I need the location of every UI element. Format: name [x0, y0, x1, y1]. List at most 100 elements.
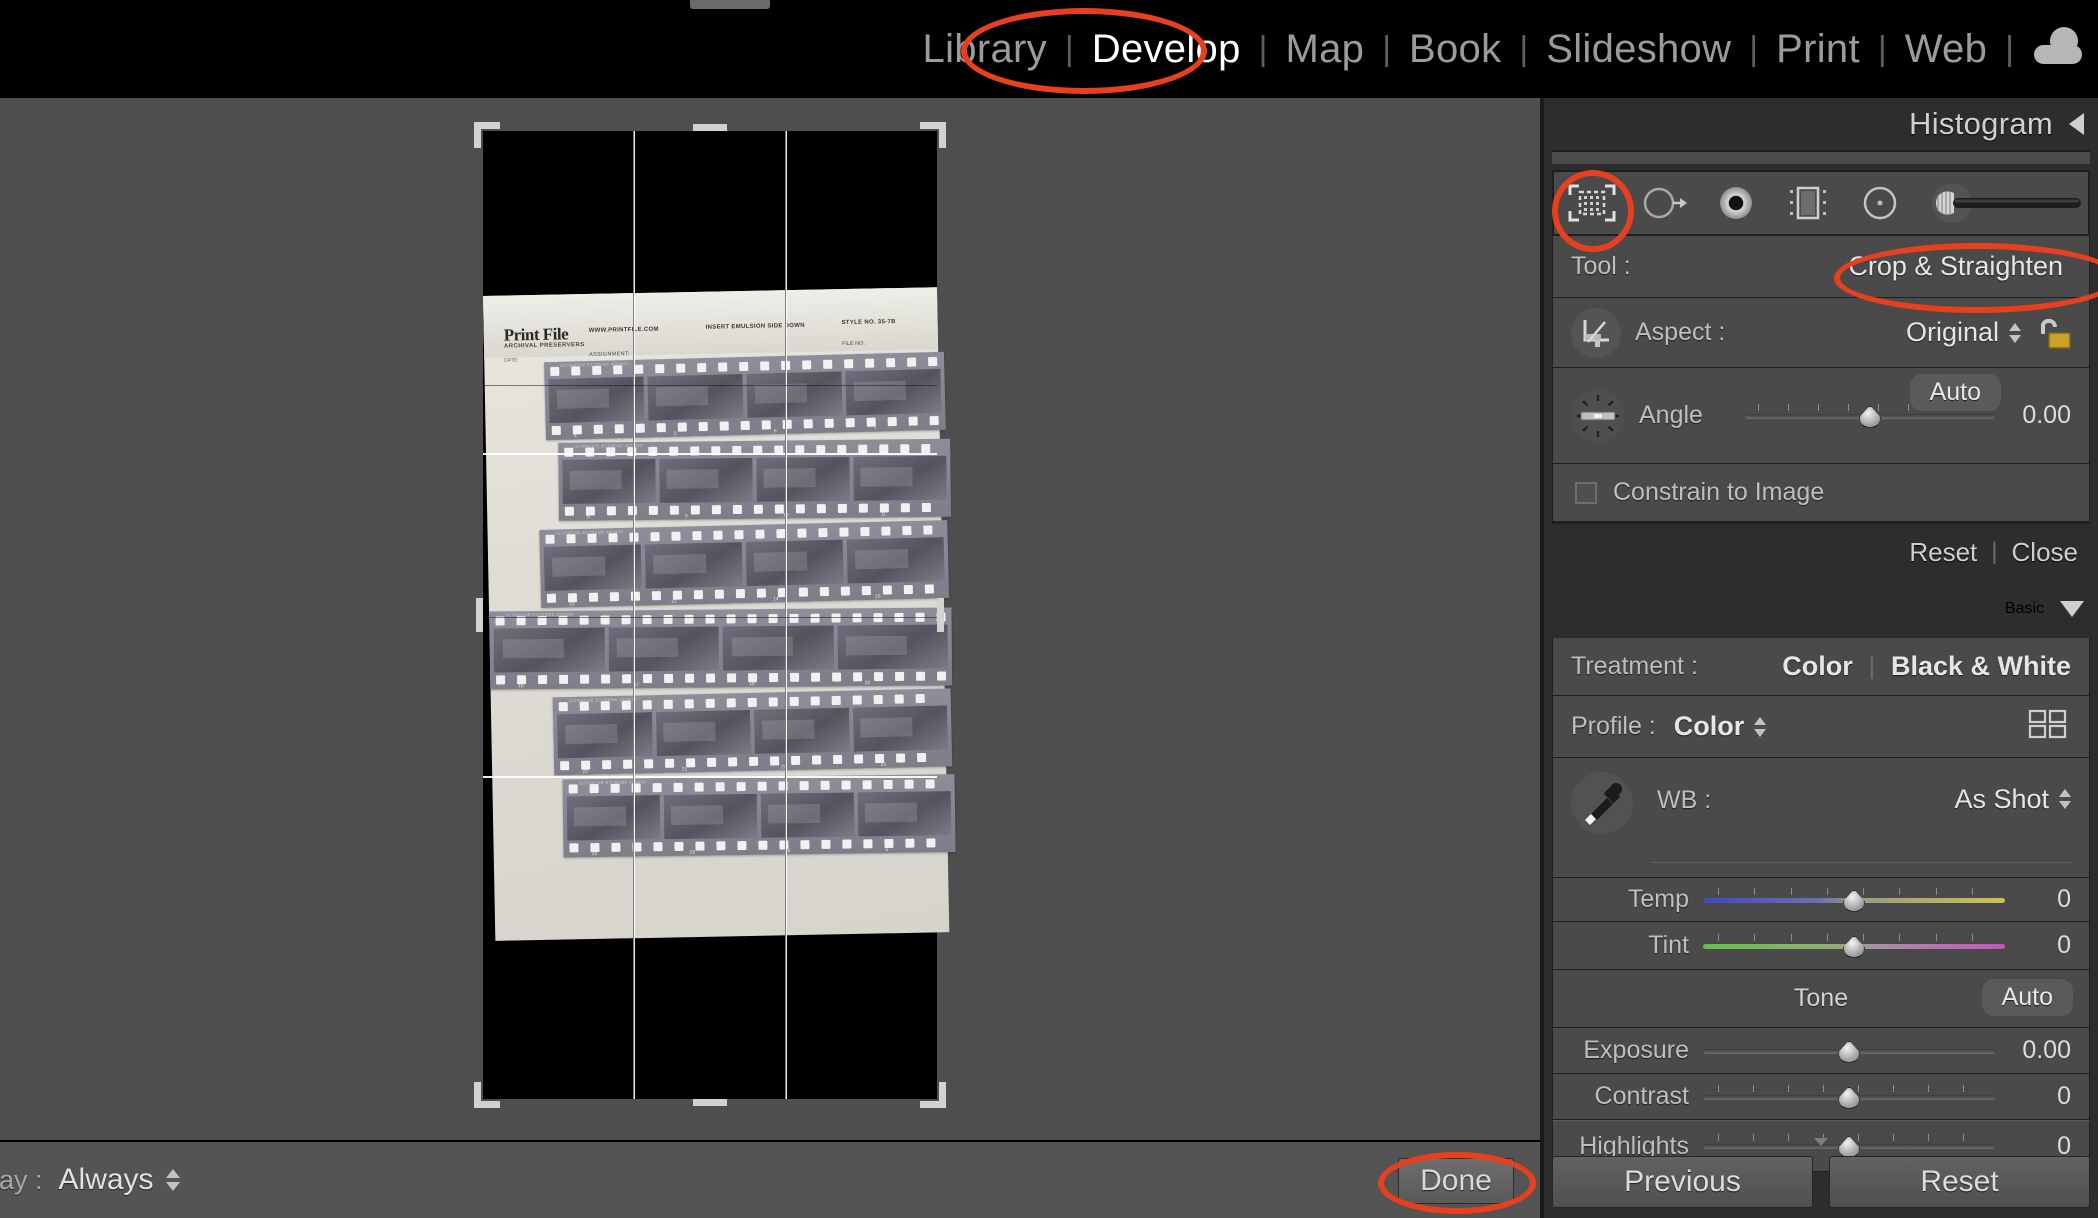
- module-map[interactable]: Map: [1269, 27, 1380, 72]
- crop-handle-bottom-center[interactable]: [693, 1099, 727, 1106]
- aspect-label: Aspect :: [1635, 318, 1726, 346]
- triangle-left-icon[interactable]: [2069, 113, 2084, 135]
- graduated-filter-tool[interactable]: [1782, 181, 1834, 225]
- histogram-graph[interactable]: [1552, 150, 2090, 164]
- temp-slider[interactable]: [1703, 887, 2005, 912]
- histogram-panel-header[interactable]: Histogram: [1544, 98, 2098, 150]
- constrain-row[interactable]: Constrain to Image: [1552, 464, 2090, 522]
- sleeve-date-label: DATE:: [504, 357, 519, 364]
- tool-value[interactable]: Crop & Straighten: [1848, 251, 2063, 282]
- module-print[interactable]: Print: [1760, 27, 1876, 72]
- triangle-down-icon[interactable]: [2060, 601, 2084, 617]
- frame-number: 7: [873, 425, 877, 432]
- crop-reset-button[interactable]: Reset: [1909, 537, 1977, 568]
- module-library[interactable]: Library: [907, 27, 1063, 72]
- temp-label: Temp: [1627, 885, 1689, 913]
- image-stage[interactable]: Print File ARCHIVAL PRESERVERS DATE: WWW…: [0, 98, 1540, 1140]
- cloud-icon[interactable]: [2034, 27, 2082, 66]
- frame-number: 10: [782, 512, 789, 519]
- module-slideshow[interactable]: Slideshow: [1530, 27, 1747, 72]
- frame-number: 5: [673, 430, 677, 437]
- overlay-stepper-icon[interactable]: [165, 1167, 180, 1193]
- angle-auto-button[interactable]: Auto: [1909, 374, 2001, 411]
- crop-overlay-tool[interactable]: [1566, 181, 1618, 225]
- crop-handle-left-center[interactable]: [476, 598, 483, 632]
- module-develop[interactable]: Develop: [1076, 27, 1257, 72]
- highlights-slider[interactable]: [1703, 1134, 1995, 1158]
- film-edge-marking: ULTRAFINE EXTREME 400@80: [574, 442, 643, 449]
- negative-frame: [663, 793, 758, 840]
- red-eye-correction-tool[interactable]: [1710, 181, 1762, 225]
- module-web[interactable]: Web: [1889, 27, 2003, 72]
- film-strip: ULTRAFINE EXTREME 400@80 8 9 10 11: [558, 438, 951, 521]
- overlay-label: rlay :: [0, 1164, 43, 1195]
- profile-stepper-icon[interactable]: [1754, 716, 1767, 738]
- frame-number: 13: [671, 598, 677, 605]
- film-strip: ULTRAFINE EXTREME 400@80 24 25 4 5: [562, 774, 956, 858]
- temp-value[interactable]: 0: [2019, 885, 2071, 914]
- profile-grid-icon[interactable]: [2025, 707, 2071, 746]
- treatment-bw-button[interactable]: Black & White: [1891, 651, 2071, 682]
- aspect-value[interactable]: Original: [1906, 317, 1999, 348]
- contrast-value[interactable]: 0: [2009, 1082, 2071, 1111]
- negative-frames: [544, 368, 945, 424]
- contrast-slider-row: Contrast 0: [1552, 1074, 2090, 1120]
- tone-label: Tone: [1793, 984, 1849, 1012]
- adjustment-brush-tool[interactable]: [1926, 181, 2096, 225]
- crop-handle-top-center[interactable]: [693, 124, 727, 131]
- basic-panel-header[interactable]: Basic: [1544, 580, 2098, 638]
- crop-footer-divider: |: [1991, 538, 1998, 565]
- frame-number: 5: [885, 846, 889, 854]
- exposure-value[interactable]: 0.00: [2009, 1036, 2071, 1065]
- module-separator: |: [2005, 29, 2014, 68]
- negative-frame: [647, 374, 744, 421]
- eyedropper-icon[interactable]: [1571, 772, 1633, 834]
- unlocked-padlock-icon[interactable]: [2035, 314, 2071, 352]
- frame-number: 11: [880, 511, 887, 518]
- negative-frames: [540, 537, 949, 591]
- wb-stepper-icon[interactable]: [2059, 788, 2071, 810]
- contrast-slider[interactable]: [1703, 1084, 1995, 1109]
- module-book[interactable]: Book: [1393, 27, 1517, 72]
- module-separator: |: [1258, 29, 1268, 68]
- exposure-slider-knob[interactable]: [1838, 1040, 1860, 1063]
- right-panel: Histogram Tool: Crop & Straighten Aspec…: [1540, 98, 2098, 1218]
- negative-frames: [563, 791, 956, 841]
- angle-value[interactable]: 0.00: [2009, 401, 2071, 430]
- top-panel-collapse-handle[interactable]: [690, 0, 770, 9]
- tint-value[interactable]: 0: [2019, 931, 2071, 960]
- crop-close-button[interactable]: Close: [2012, 537, 2078, 568]
- exposure-slider[interactable]: [1703, 1039, 1995, 1063]
- tint-slider[interactable]: [1703, 933, 2005, 958]
- radial-filter-tool[interactable]: [1854, 181, 1906, 225]
- done-button[interactable]: Done: [1398, 1158, 1514, 1204]
- overlay-value[interactable]: Always: [59, 1163, 154, 1197]
- aspect-stepper-icon[interactable]: [2009, 322, 2021, 344]
- frame-number: 22: [781, 764, 787, 771]
- negative-frame: [746, 371, 843, 418]
- negative-frame: [852, 705, 948, 752]
- constrain-checkbox[interactable]: [1575, 481, 1597, 504]
- lightroom-develop-window: Library | Develop | Map | Book | Slidesh…: [0, 0, 2098, 1218]
- negative-frame: [753, 707, 850, 754]
- tone-auto-button[interactable]: Auto: [1981, 979, 2073, 1016]
- panel-scroll-caret-icon[interactable]: [1814, 1138, 1828, 1146]
- profile-value[interactable]: Color: [1674, 711, 1745, 742]
- wb-value[interactable]: As Shot: [1954, 784, 2049, 815]
- module-separator: |: [1519, 29, 1529, 68]
- negative-frames: [553, 705, 952, 759]
- frame-number: 24: [591, 851, 598, 858]
- spot-removal-tool[interactable]: [1638, 181, 1690, 225]
- negative-frame: [608, 626, 720, 672]
- module-separator: |: [1749, 29, 1759, 68]
- temp-slider-row: Temp 0: [1552, 878, 2090, 922]
- crop-frame-icon[interactable]: [1571, 307, 1621, 358]
- tool-row: Tool : Crop & Straighten: [1552, 236, 2090, 298]
- treatment-color-button[interactable]: Color: [1782, 651, 1853, 682]
- reset-button[interactable]: Reset: [1829, 1156, 2090, 1208]
- straighten-level-icon[interactable]: [1571, 388, 1625, 443]
- sprocket-row: [490, 671, 952, 685]
- sleeve-file-no-label: FILE NO:: [841, 340, 865, 348]
- sleeve-style-number: STYLE NO. 35-7B: [841, 319, 896, 327]
- previous-button[interactable]: Previous: [1552, 1156, 1813, 1208]
